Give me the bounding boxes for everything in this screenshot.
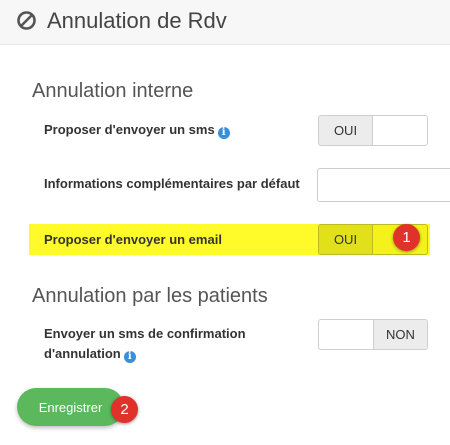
setting-label-email: Proposer d'envoyer un email (44, 232, 222, 247)
page-title: Annulation de Rdv (47, 8, 227, 33)
setting-label-sms: Proposer d'envoyer un sms i (44, 120, 304, 140)
sms-toggle[interactable]: OUI (318, 115, 428, 146)
info-icon[interactable]: i (217, 127, 230, 139)
setting-label-sms-confirmation-text: Envoyer un sms de confirmation d'annulat… (44, 326, 246, 361)
ban-icon (17, 11, 36, 30)
page-header: Annulation de Rdv (0, 0, 450, 45)
sms-confirmation-toggle[interactable]: NON (318, 319, 428, 350)
setting-label-sms-confirmation: Envoyer un sms de confirmation d'annulat… (44, 324, 304, 364)
save-button[interactable]: Enregistrer (17, 388, 124, 426)
section-title-patients: Annulation par les patients (32, 285, 268, 307)
annotation-badge-2: 2 (111, 396, 138, 423)
toggle-off-label: NON (373, 320, 427, 349)
toggle-on-label: OUI (319, 225, 373, 254)
toggle-on-label: OUI (319, 116, 373, 145)
default-info-input[interactable] (317, 168, 450, 202)
section-title-internal: Annulation interne (32, 80, 194, 102)
annotation-badge-1: 1 (393, 224, 420, 251)
setting-label-sms-text: Proposer d'envoyer un sms (44, 122, 215, 137)
setting-label-info: Informations complémentaires par défaut (44, 176, 300, 191)
info-icon[interactable]: i (123, 351, 136, 363)
